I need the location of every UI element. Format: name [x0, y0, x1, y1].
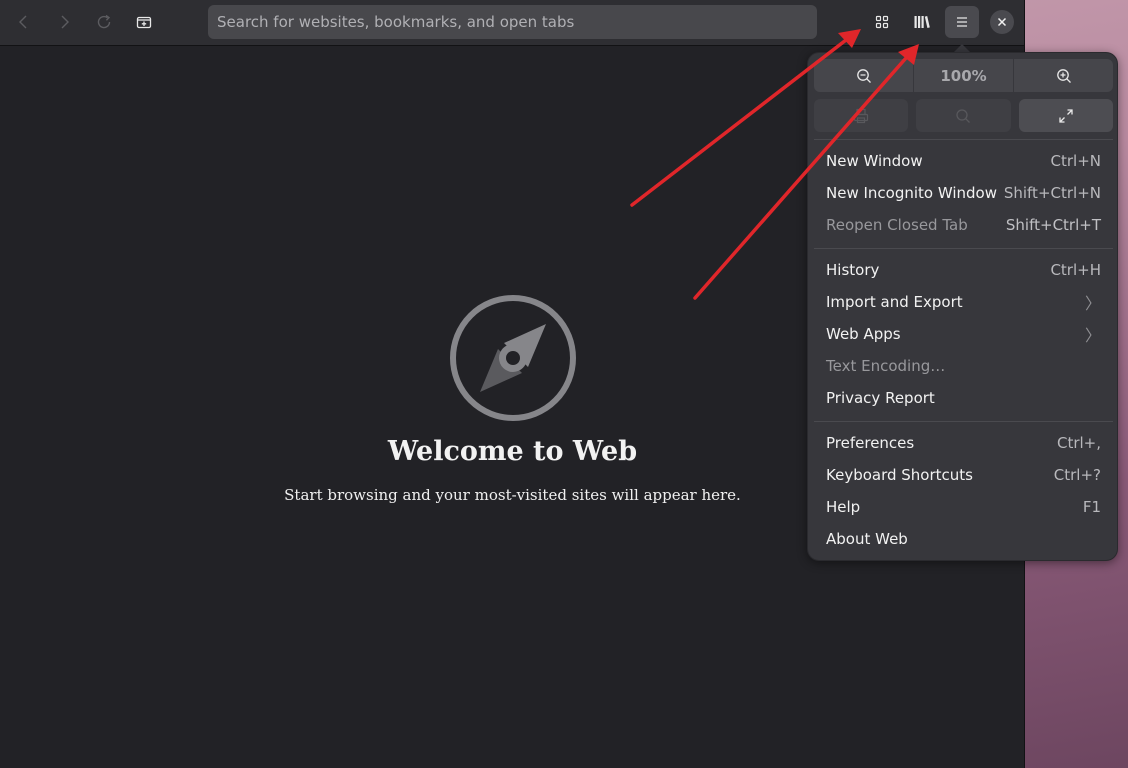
submenu-arrow-icon: 〉	[1084, 294, 1101, 313]
menu-item-privacy-report[interactable]: Privacy Report	[814, 382, 1113, 414]
menu-item-shortcut: Ctrl+,	[1056, 434, 1101, 452]
menu-item-label: Privacy Report	[826, 389, 935, 407]
zoom-in-button[interactable]	[1013, 59, 1113, 92]
menu-item-shortcut: Ctrl+N	[1050, 152, 1101, 170]
library-button[interactable]	[905, 6, 939, 38]
zoom-out-button[interactable]	[814, 59, 913, 92]
menu-item-label: Reopen Closed Tab	[826, 216, 968, 234]
menu-item-label: Import and Export	[826, 293, 963, 311]
menu-separator	[814, 421, 1113, 422]
menu-item-shortcut: Shift+Ctrl+N	[1003, 184, 1101, 202]
forward-button[interactable]	[47, 6, 81, 38]
menu-item-label: New Incognito Window	[826, 184, 998, 202]
close-button[interactable]	[990, 10, 1014, 34]
menu-item-label: Preferences	[826, 434, 915, 452]
menu-item-shortcut: Ctrl+?	[1053, 466, 1101, 484]
menu-item-history[interactable]: History Ctrl+H	[814, 254, 1113, 286]
menu-item-preferences[interactable]: Preferences Ctrl+,	[814, 427, 1113, 459]
grid-icon	[875, 15, 889, 29]
close-icon	[997, 17, 1007, 27]
zoom-controls: 100%	[814, 59, 1113, 92]
menu-separator	[814, 248, 1113, 249]
menu-item-text-encoding[interactable]: Text Encoding…	[814, 350, 1113, 382]
reload-button[interactable]	[87, 6, 121, 38]
fullscreen-button[interactable]	[1018, 99, 1113, 132]
menu-item-label: History	[826, 261, 880, 279]
menu-item-label: Web Apps	[826, 325, 901, 343]
menu-item-keyboard-shortcuts[interactable]: Keyboard Shortcuts Ctrl+?	[814, 459, 1113, 491]
menu-item-help[interactable]: Help F1	[814, 491, 1113, 523]
menu-item-label: Help	[826, 498, 861, 516]
print-button[interactable]	[814, 99, 909, 132]
reload-icon	[97, 14, 111, 29]
menu-item-label: New Window	[826, 152, 923, 170]
menu-item-label: Text Encoding…	[826, 357, 946, 375]
menu-action-row	[814, 99, 1113, 132]
hamburger-menu-icon	[957, 17, 967, 27]
new-tab-icon	[136, 16, 152, 29]
zoom-out-icon	[856, 68, 871, 83]
library-icon	[914, 16, 930, 28]
chevron-right-icon	[61, 15, 69, 29]
menu-item-shortcut: F1	[1082, 498, 1101, 516]
menu-item-new-incognito-window[interactable]: New Incognito Window Shift+Ctrl+N	[814, 177, 1113, 209]
menu-item-reopen-closed-tab[interactable]: Reopen Closed Tab Shift+Ctrl+T	[814, 209, 1113, 241]
compass-icon	[450, 295, 576, 421]
find-button[interactable]	[916, 99, 1011, 132]
menu-item-new-window[interactable]: New Window Ctrl+N	[814, 145, 1113, 177]
main-menu-button[interactable]	[945, 6, 979, 38]
submenu-arrow-icon: 〉	[1084, 326, 1101, 345]
menu-separator	[814, 139, 1113, 140]
find-icon	[956, 108, 971, 123]
menu-item-web-apps[interactable]: Web Apps 〉	[814, 318, 1113, 350]
menu-item-import-and-export[interactable]: Import and Export 〉	[814, 286, 1113, 318]
new-tab-button[interactable]	[127, 6, 161, 38]
main-menu-popover: 100% New Window Ctrl+N New Incognito Win…	[807, 52, 1118, 561]
header-bar	[0, 0, 1024, 46]
chevron-left-icon	[19, 15, 27, 29]
tab-overview-button[interactable]	[865, 6, 899, 38]
search-input[interactable]	[208, 5, 817, 39]
fullscreen-icon	[1059, 108, 1073, 123]
menu-item-label: Keyboard Shortcuts	[826, 466, 973, 484]
menu-item-shortcut: Ctrl+H	[1050, 261, 1101, 279]
print-icon	[854, 108, 869, 123]
menu-item-label: About Web	[826, 530, 908, 548]
zoom-in-icon	[1056, 68, 1071, 83]
back-button[interactable]	[7, 6, 41, 38]
zoom-level[interactable]: 100%	[913, 59, 1013, 92]
menu-item-about-web[interactable]: About Web	[814, 523, 1113, 555]
menu-item-shortcut: Shift+Ctrl+T	[1005, 216, 1101, 234]
